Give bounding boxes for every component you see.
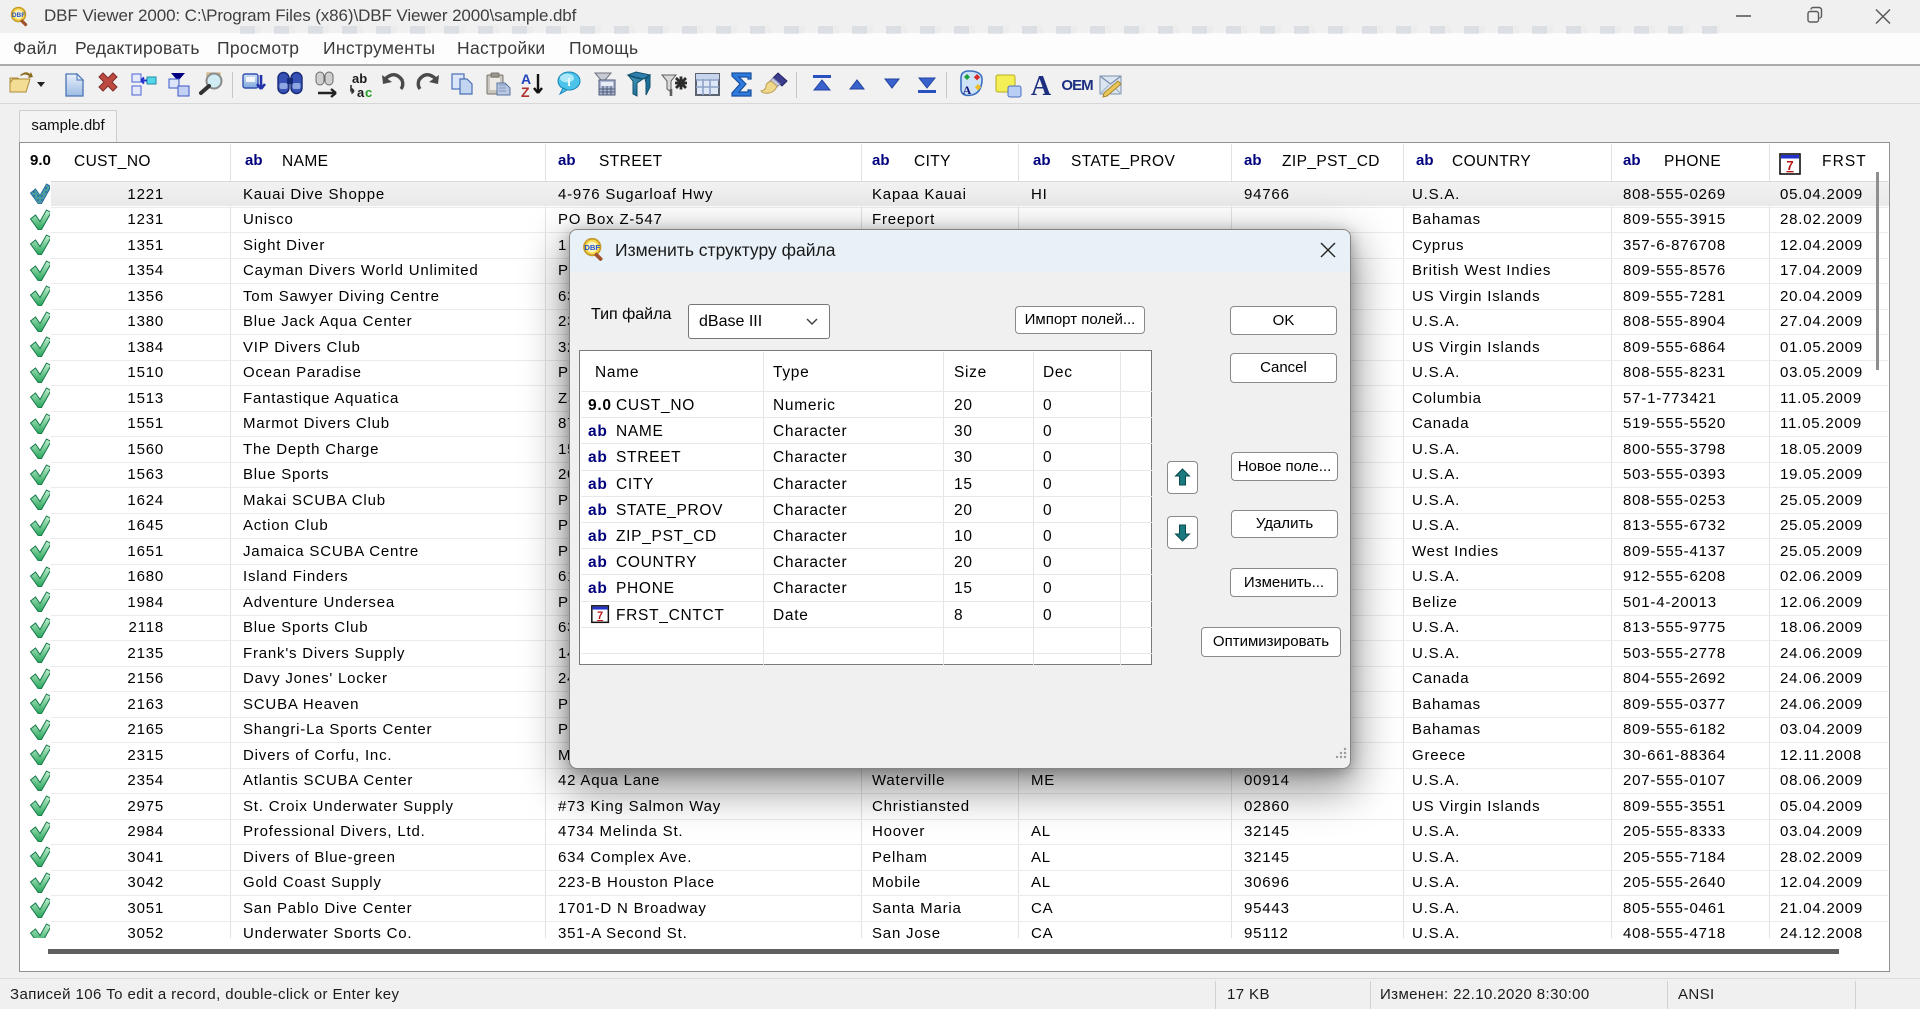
svg-text:DBF: DBF xyxy=(584,243,600,252)
svg-text:A: A xyxy=(1031,71,1052,102)
svg-text:c: c xyxy=(365,85,372,100)
svg-text:OEM: OEM xyxy=(1061,77,1093,94)
svg-text:a: a xyxy=(357,85,365,100)
svg-text:7: 7 xyxy=(597,610,603,622)
svg-text:ab: ab xyxy=(352,71,367,86)
svg-text:Z: Z xyxy=(521,84,530,100)
svg-text:A: A xyxy=(963,83,972,97)
svg-text:7: 7 xyxy=(1786,158,1793,173)
svg-text:DBF: DBF xyxy=(12,12,25,19)
